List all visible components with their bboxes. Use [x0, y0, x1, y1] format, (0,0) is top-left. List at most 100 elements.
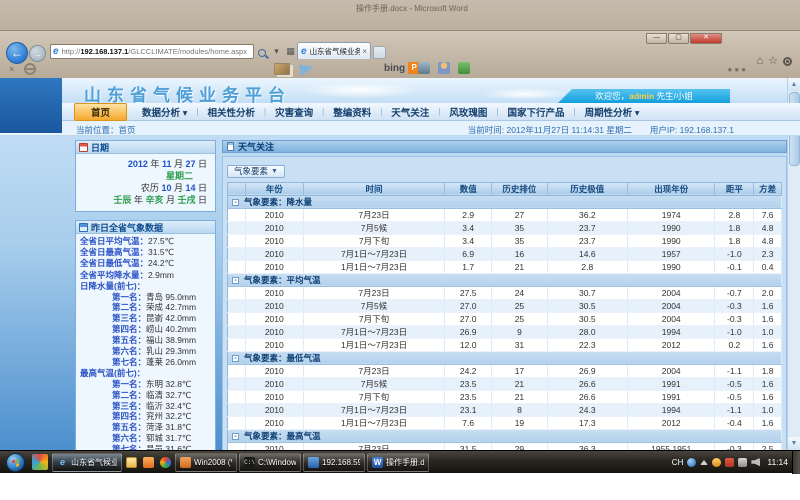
element-filter-button[interactable]: 气象要素▼ [227, 165, 285, 178]
taskbar-window-5[interactable]: W操作手册.docx ... [367, 453, 429, 472]
tray-expand-icon[interactable] [700, 460, 708, 465]
address-field[interactable]: e http://192.168.137.1/GLCCLIMATE/module… [50, 44, 254, 59]
stat-label: 全省日平均气温： [80, 236, 148, 246]
rank-item: 第三名：临沂 32.4℃ [80, 402, 213, 411]
addon-puzzle-icon[interactable] [458, 62, 470, 74]
group-row[interactable]: -气象要素：降水量 [228, 195, 782, 208]
data-cell: 2010 [245, 338, 303, 351]
nav-item-6[interactable]: 天气关注 [382, 105, 438, 119]
table-row[interactable]: 20107月5候27.02530.52004-0.31.6 [228, 299, 782, 312]
data-cell: 22.3 [547, 338, 627, 351]
nav-item-1[interactable]: 首页 [74, 103, 127, 121]
checkbox-cell [228, 390, 246, 403]
table-row[interactable]: 20107月23日24.21726.92004-1.11.8 [228, 364, 782, 377]
data-cell: 1月1日～7月23日 [303, 338, 444, 351]
rank-item: 第五名：菏泽 31.8℃ [80, 423, 213, 432]
nav-item-2[interactable]: 数据分析 ▾ [133, 105, 196, 119]
nav-item-7[interactable]: 风玫瑰图 [440, 105, 496, 119]
dropdown-caret-icon[interactable]: ▾ [270, 45, 283, 58]
table-row[interactable]: 20107月下旬27.02530.52004-0.31.6 [228, 312, 782, 325]
show-desktop-button[interactable] [792, 451, 800, 474]
search-icon[interactable] [258, 49, 266, 57]
data-cell: 26.6 [547, 390, 627, 403]
media-icon[interactable] [160, 457, 171, 468]
data-cell: 1957 [627, 247, 715, 260]
nav-item-9[interactable]: 周期性分析 ▾ [576, 105, 649, 119]
data-cell: 1.0 [754, 403, 782, 416]
photo-cards-icon[interactable] [274, 63, 290, 75]
data-cell: 1955,1951 [627, 442, 715, 450]
weather-watch-title: 天气关注 [238, 140, 274, 153]
compass-icon[interactable] [24, 63, 36, 75]
table-row[interactable]: 20107月5候3.43523.719901.84.8 [228, 221, 782, 234]
forward-button[interactable]: → [29, 45, 46, 62]
taskbar-clock[interactable]: 11:14 [767, 457, 788, 467]
rank-value: 临沂 32.4℃ [146, 401, 191, 411]
bing-logo[interactable]: bing [384, 63, 405, 74]
collapse-icon[interactable]: - [232, 355, 239, 362]
data-cell: -0.1 [715, 260, 754, 273]
rank-value: 青岛 95.0mm [146, 292, 196, 302]
group-row[interactable]: -气象要素：最低气温 [228, 351, 782, 364]
app-orange-icon[interactable] [143, 457, 154, 468]
table-row[interactable]: 20107月5候23.52126.61991-0.51.6 [228, 377, 782, 390]
action-center-flag-icon[interactable] [725, 458, 734, 467]
data-cell: 2012 [627, 338, 715, 351]
collapse-icon[interactable]: - [232, 199, 239, 206]
data-cell: -1.0 [715, 247, 754, 260]
collapse-icon[interactable]: - [232, 277, 239, 284]
group-label: 气象要素：降水量 [244, 197, 312, 207]
taskbar-window-3[interactable]: C:\C:\Windows\s... [239, 453, 301, 472]
scroll-up-icon[interactable]: ▲ [788, 78, 800, 91]
group-row[interactable]: -气象要素：最高气温 [228, 429, 782, 442]
new-tab-button[interactable] [373, 46, 386, 59]
speaker-icon[interactable] [751, 458, 760, 467]
table-row[interactable]: 20107月1日～7月23日23.1824.31994-1.11.0 [228, 403, 782, 416]
table-row[interactable]: 20107月23日27.52430.72004-0.72.0 [228, 286, 782, 299]
nav-item-5[interactable]: 整编资料 [324, 105, 380, 119]
welcome-banner: 欢迎您，admin 先生/小姐 [558, 89, 730, 103]
rank-item: 第一名：东明 32.8℃ [80, 380, 213, 389]
person-icon[interactable] [438, 62, 450, 74]
folder-icon[interactable] [126, 457, 137, 468]
nav-item-3[interactable]: 相关性分析 [199, 105, 265, 119]
taskbar-window-1[interactable]: e山东省气候业... [52, 453, 122, 472]
section-heading: 日降水量(前七)： [80, 282, 213, 291]
data-cell: 6.9 [445, 247, 492, 260]
weather-stat: 全省日最高气温：31.5℃ [80, 248, 213, 257]
network-icon[interactable] [738, 458, 747, 467]
table-row[interactable]: 20107月下旬3.43523.719901.84.8 [228, 234, 782, 247]
toolbar-close-icon[interactable]: × [9, 64, 14, 74]
toolbar-overflow-dots[interactable]: ●●● [728, 65, 749, 74]
data-cell: 36.2 [547, 208, 627, 221]
language-indicator[interactable]: CH [672, 458, 684, 467]
camera-icon[interactable] [418, 62, 430, 74]
browser-tab[interactable]: e 山东省气候业务平... × [297, 42, 371, 59]
calendar-icon [79, 143, 88, 152]
nav-item-4[interactable]: 灾害查询 [266, 105, 322, 119]
table-row[interactable]: 20101月1日～7月23日12.03122.320120.21.6 [228, 338, 782, 351]
tab-close-icon[interactable]: × [362, 47, 367, 56]
network-globe-icon[interactable] [687, 458, 696, 467]
table-row[interactable]: 20107月1日～7月23日6.91614.61957-1.02.3 [228, 247, 782, 260]
nav-item-8[interactable]: 国家下行产品 [498, 105, 573, 119]
table-body: -气象要素：降水量20107月23日2.92736.219742.87.6201… [228, 195, 782, 450]
table-row[interactable]: 20107月1日～7月23日26.9928.01994-1.01.0 [228, 325, 782, 338]
scroll-down-icon[interactable]: ▼ [788, 437, 800, 450]
rank-label: 第五名： [112, 422, 146, 432]
pinned-app-icon[interactable] [32, 454, 48, 470]
table-row[interactable]: 20107月23日2.92736.219742.87.6 [228, 208, 782, 221]
group-row[interactable]: -气象要素：平均气温 [228, 273, 782, 286]
table-row[interactable]: 20101月1日～7月23日7.61917.32012-0.41.6 [228, 416, 782, 429]
taskbar-window-2[interactable]: Win2008 (VS2... [175, 453, 237, 472]
compatibility-icon[interactable]: ▦ [284, 45, 297, 58]
taskbar-window-4[interactable]: 192.168.59.99... [303, 453, 365, 472]
messenger-icon[interactable] [712, 458, 721, 467]
rank-value: 乳山 29.3mm [146, 346, 196, 356]
table-row[interactable]: 20107月下旬23.52126.61991-0.51.6 [228, 390, 782, 403]
table-row[interactable]: 20101月1日～7月23日1.7212.81990-0.10.4 [228, 260, 782, 273]
current-time: 当前时间: 2012年11月27日 11:14:31 星期二 [468, 124, 632, 136]
start-button[interactable] [6, 453, 25, 472]
table-row[interactable]: 20107月23日31.52936.31955,1951-0.32.5 [228, 442, 782, 450]
collapse-icon[interactable]: - [232, 433, 239, 440]
